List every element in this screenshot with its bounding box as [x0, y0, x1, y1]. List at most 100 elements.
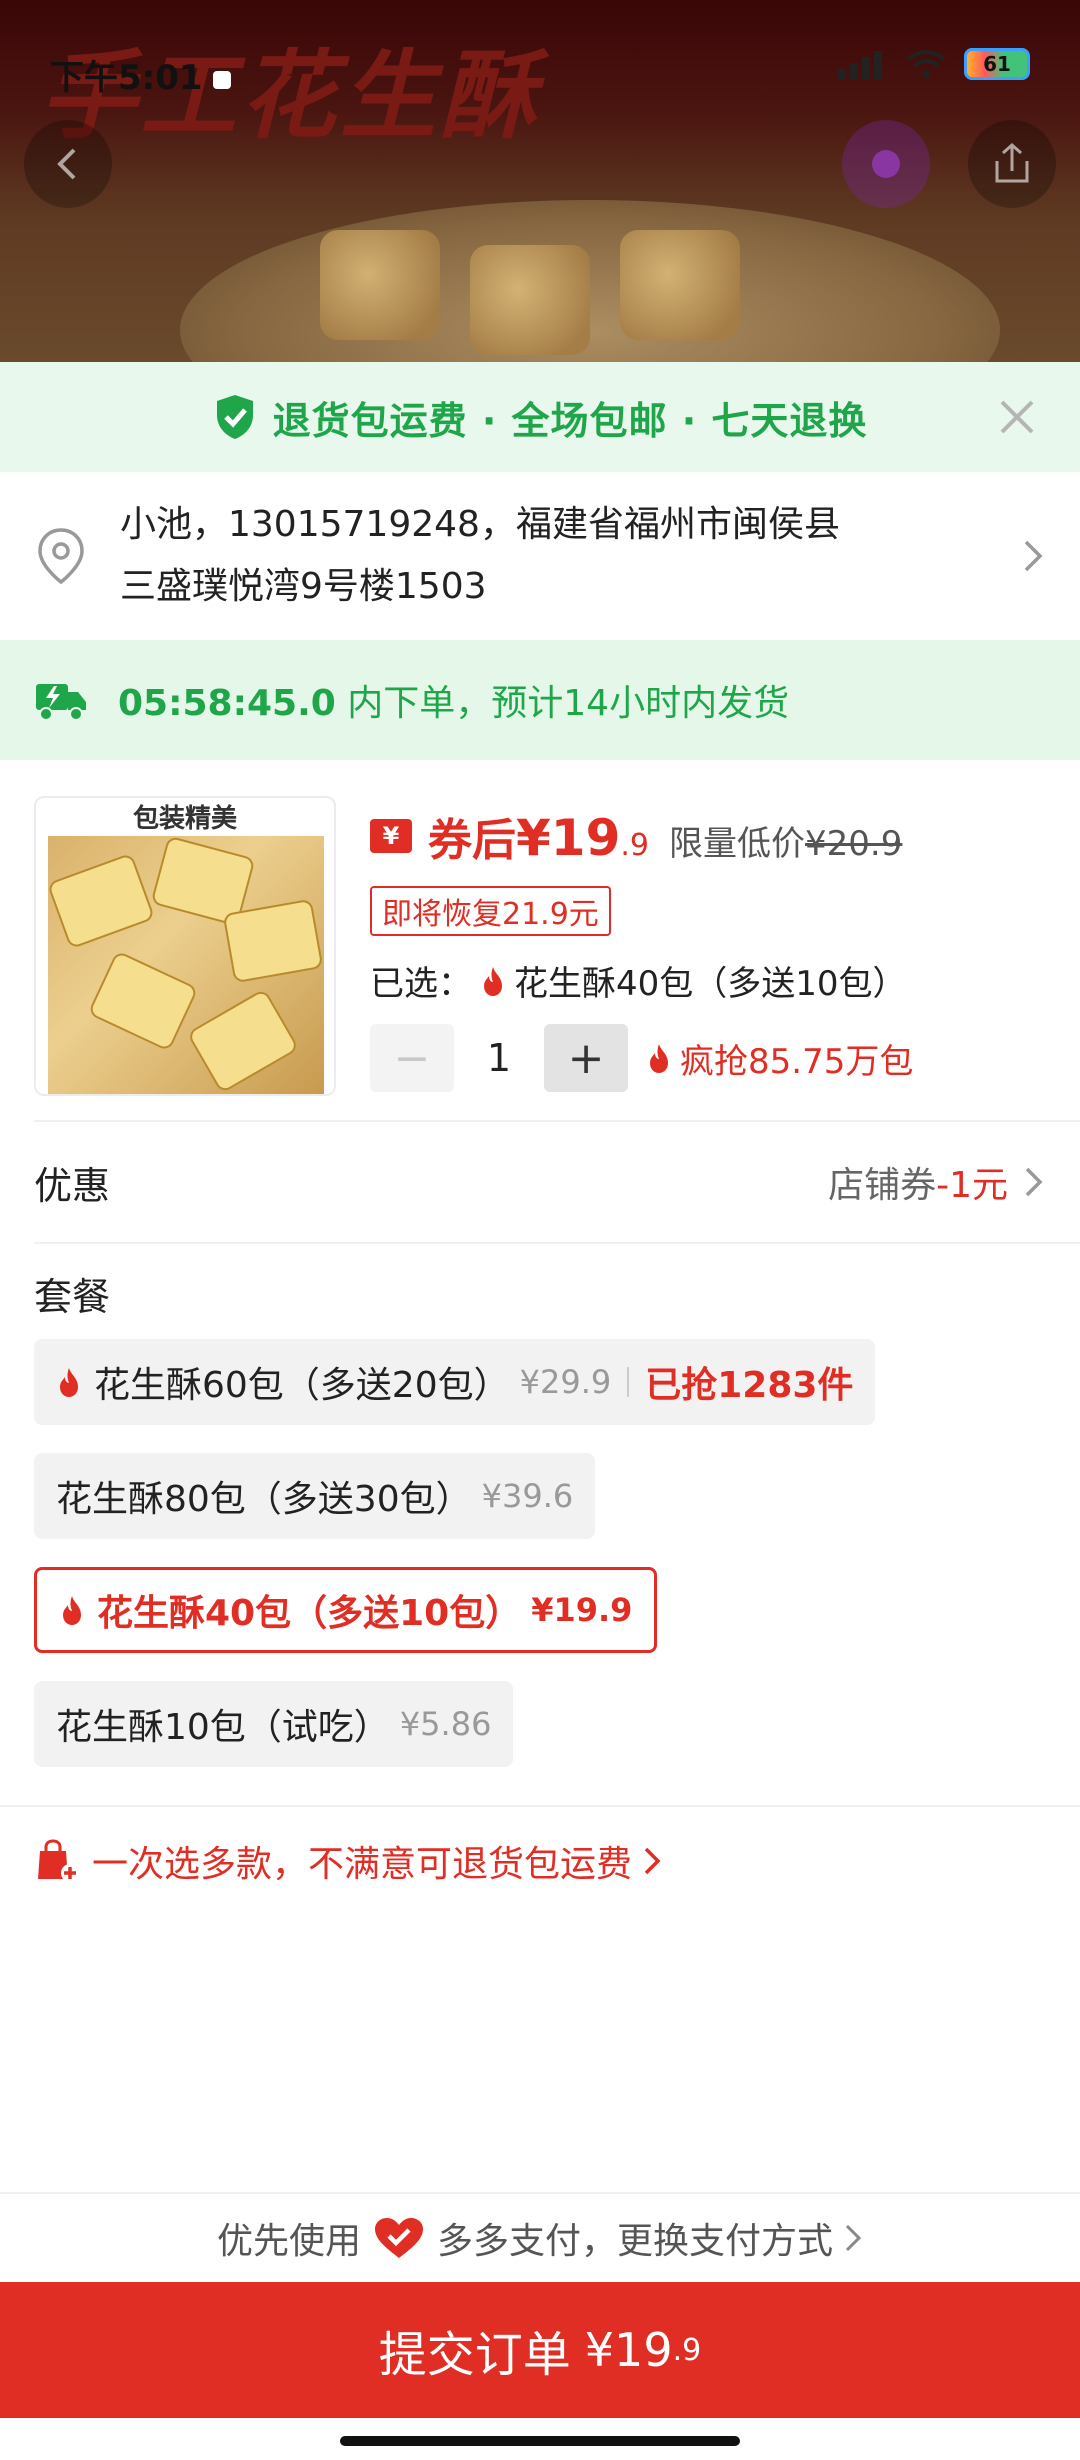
battery-icon: 61 [964, 48, 1030, 80]
shipping-text: 05:58:45.0 内下单，预计14小时内发货 [118, 674, 789, 726]
promo-text: 退货包运费 · 全场包邮 · 七天退换 [272, 398, 868, 443]
selected-variant: 已选： 花生酥40包（多送10包） [370, 956, 907, 1005]
price-decimal: .9 [620, 828, 650, 863]
shipping-bar: 05:58:45.0 内下单，预计14小时内发货 [0, 640, 1080, 760]
address-line-2: 三盛璞悦湾9号楼1503 [120, 566, 487, 607]
discount-title: 优惠 [34, 1163, 111, 1208]
product-summary: 包装精美 ¥ 券后 ¥19.9 限量低价 ¥20.9 即将恢复21.9元 已选： … [0, 760, 1080, 1120]
product-thumbnail[interactable]: 包装精美 [34, 796, 336, 1096]
fire-icon [484, 966, 502, 996]
back-arrow-icon [57, 148, 76, 180]
payment-prefix: 优先使用 [216, 2221, 361, 2262]
shopping-bag-plus-icon [38, 1839, 79, 1882]
thumbnail-caption: 包装精美 [132, 804, 237, 834]
quantity-decrease-button[interactable]: − [370, 1024, 454, 1092]
home-indicator[interactable] [340, 2436, 740, 2446]
price-row: ¥ 券后 ¥19.9 限量低价 ¥20.9 [370, 804, 902, 868]
hero-candy-image [620, 230, 740, 340]
address-selector[interactable]: 小池，13015719248，福建省福州市闽侯县 三盛璞悦湾9号楼1503 [0, 472, 1080, 640]
multi-select-text: 一次选多款，不满意可退货包运费 [92, 1844, 633, 1885]
back-button[interactable] [24, 120, 112, 208]
price-label: 券后 [428, 815, 516, 866]
chevron-right-icon [1025, 1167, 1043, 1197]
option-label: 花生酥60包（多送20包） [94, 1365, 510, 1406]
chevron-right-icon [845, 2224, 862, 2252]
service-button[interactable] [842, 120, 930, 208]
candy-pack-image [186, 988, 300, 1094]
package-options: 花生酥60包（多送20包） ¥29.9 已抢1283件 花生酥80包（多送30包… [0, 1339, 1080, 1795]
discount-amount: -1元 [936, 1165, 1008, 1206]
status-icons: 61 [838, 48, 1030, 80]
hero-candy-image [320, 230, 440, 340]
price-integer: 19 [550, 809, 621, 867]
original-price: ¥20.9 [805, 824, 903, 864]
option-price: ¥19.9 [531, 1591, 633, 1629]
submit-label: 提交订单 [378, 2327, 571, 2383]
option-separator [627, 1367, 630, 1397]
option-label: 花生酥10包（试吃） [56, 1707, 390, 1748]
quantity-increase-button[interactable]: + [544, 1024, 628, 1092]
notification-icon [212, 70, 231, 89]
candy-pack-image [222, 898, 324, 984]
product-hero-banner: 手工花生酥 下午5:01 61 [0, 0, 1080, 362]
submit-order-button[interactable]: 提交订单 ¥19.9 [0, 2282, 1080, 2418]
option-price: ¥29.9 [519, 1363, 612, 1401]
package-title: 套餐 [34, 1275, 111, 1319]
chevron-right-icon [1024, 540, 1043, 572]
package-option-selected[interactable]: 花生酥40包（多送10包） ¥19.9 [34, 1567, 658, 1653]
option-sold-count: 已抢1283件 [645, 1365, 854, 1406]
shipping-estimate: 内下单，预计14小时内发货 [335, 683, 790, 724]
product-image [46, 835, 324, 1094]
hero-plate-image [180, 200, 1000, 362]
battery-level: 61 [983, 52, 1011, 76]
selected-value: 花生酥40包（多送10包） [514, 964, 907, 1004]
chevron-right-icon [644, 1847, 661, 1875]
package-option[interactable]: 花生酥80包（多送30包） ¥39.6 [34, 1453, 596, 1539]
coupon-icon: ¥ [370, 819, 412, 853]
quantity-stepper: − 1 + 疯抢85.75万包 [370, 1024, 913, 1092]
order-sheet: 退货包运费 · 全场包邮 · 七天退换 小池，13015719248，福建省福州… [0, 362, 1080, 2460]
option-price: ¥39.6 [481, 1477, 574, 1515]
discount-value: 店铺券 -1元 [828, 1156, 1046, 1208]
option-label: 花生酥80包（多送30包） [56, 1479, 472, 1520]
candy-pack-image [87, 950, 199, 1052]
package-option[interactable]: 花生酥10包（试吃） ¥5.86 [34, 1681, 514, 1767]
discount-row[interactable]: 优惠 店铺券 -1元 [0, 1122, 1080, 1242]
address-line-1: 小池，13015719248，福建省福州市闽侯县 [120, 504, 840, 545]
submit-price: ¥19 [584, 2323, 673, 2377]
wifi-icon [906, 50, 946, 78]
option-price: ¥5.86 [399, 1705, 492, 1743]
status-time-text: 下午5:01 [50, 58, 203, 98]
service-icon [872, 150, 900, 178]
hot-sales-text: 疯抢85.75万包 [680, 1041, 914, 1082]
fire-icon [63, 1596, 81, 1625]
multi-select-tip[interactable]: 一次选多款，不满意可退货包运费 [0, 1805, 1080, 1915]
quantity-value[interactable]: 1 [454, 1036, 544, 1080]
fire-icon [650, 1044, 668, 1073]
fire-icon [60, 1368, 78, 1397]
option-label: 花生酥40包（多送10包） [97, 1593, 522, 1634]
delivery-truck-icon [36, 684, 86, 721]
signal-icon [838, 49, 888, 79]
limit-label: 限量低价 [669, 824, 806, 864]
shipping-countdown: 05:58:45.0 [118, 683, 336, 724]
promo-bar: 退货包运费 · 全场包邮 · 七天退换 [0, 362, 1080, 472]
close-icon[interactable] [994, 394, 1040, 440]
hero-candy-image [470, 245, 590, 355]
package-option[interactable]: 花生酥60包（多送20包） ¥29.9 已抢1283件 [34, 1339, 876, 1425]
discount-type: 店铺券 [828, 1165, 937, 1206]
status-time: 下午5:01 [50, 50, 231, 99]
candy-pack-image [46, 852, 156, 950]
hot-sales-badge: 疯抢85.75万包 [638, 1034, 913, 1083]
share-icon [995, 142, 1029, 183]
duoduo-pay-icon [375, 2218, 423, 2258]
shield-check-icon [216, 395, 253, 439]
payment-text: 多多支付，更换支付方式 [437, 2221, 834, 2262]
share-button[interactable] [968, 120, 1056, 208]
selected-label: 已选： [370, 964, 472, 1004]
price-restore-tag: 即将恢复21.9元 [370, 886, 611, 936]
payment-method-row[interactable]: 优先使用 多多支付，更换支付方式 [0, 2192, 1080, 2282]
submit-price-decimal: .9 [672, 2332, 702, 2368]
location-pin-icon [38, 528, 84, 585]
address-text: 小池，13015719248，福建省福州市闽侯县 三盛璞悦湾9号楼1503 [120, 494, 1000, 618]
